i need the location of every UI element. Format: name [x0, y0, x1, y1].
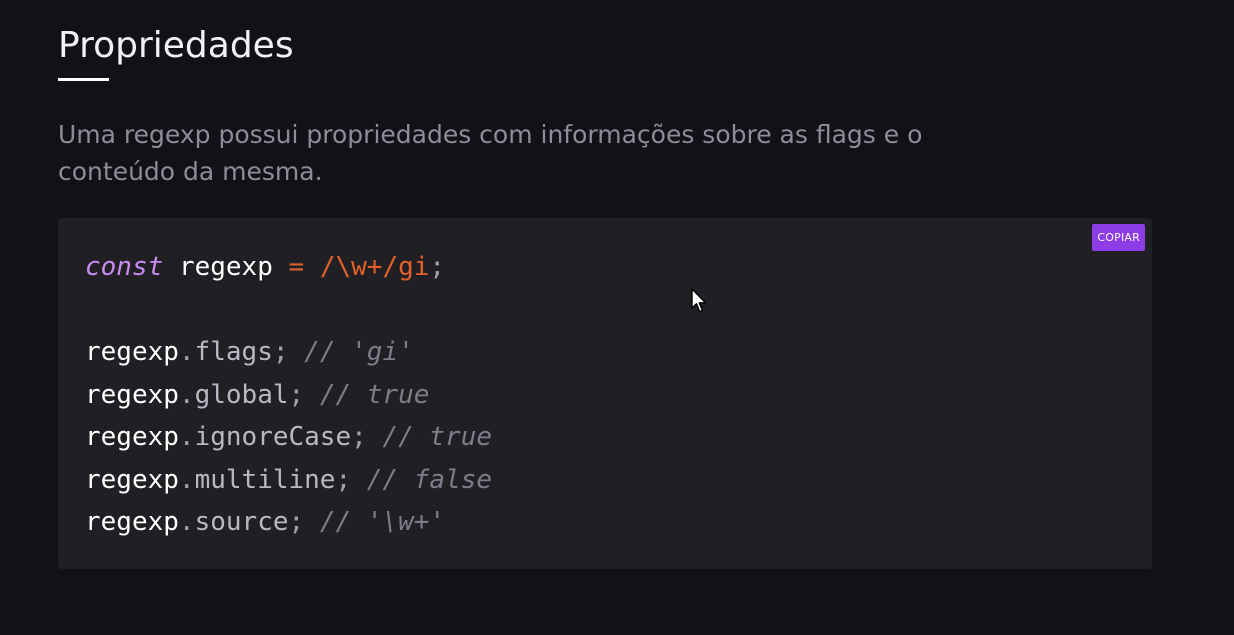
- code-line: regexp.multiline; // false: [85, 459, 492, 502]
- code-operator: =: [288, 252, 305, 282]
- code-property: flags: [194, 337, 273, 367]
- mouse-pointer-icon: [691, 288, 707, 313]
- code-line: regexp.flags; // 'gi': [85, 331, 492, 374]
- code-dot: .: [178, 464, 195, 495]
- code-line: regexp.global; // true: [85, 374, 492, 417]
- code-comment: // true: [382, 422, 493, 452]
- code-object: regexp: [85, 379, 179, 410]
- code-dot: .: [178, 337, 195, 367]
- code-dot: .: [178, 507, 195, 537]
- code-object: regexp: [85, 464, 179, 495]
- code-content: const regexp = /\w+/gi; regexp.flags; //…: [85, 246, 492, 544]
- code-dot: .: [178, 422, 195, 452]
- code-property: multiline: [194, 464, 336, 495]
- section-title: Propriedades: [58, 25, 294, 66]
- code-comment: // '\w+': [319, 507, 446, 537]
- code-semicolon: ;: [272, 337, 289, 367]
- code-object: regexp: [85, 422, 179, 452]
- section-description: Uma regexp possui propriedades com infor…: [58, 120, 923, 186]
- code-line: regexp.source; // '\w+': [85, 501, 492, 544]
- code-block: COPIAR const regexp = /\w+/gi; regexp.fl…: [58, 218, 1152, 569]
- code-line: regexp.ignoreCase; // true: [85, 416, 492, 459]
- code-semicolon: ;: [288, 507, 305, 537]
- code-property: source: [194, 507, 289, 537]
- code-identifier: regexp: [178, 252, 273, 282]
- code-line-empty: [85, 289, 492, 332]
- title-underline: [58, 78, 109, 81]
- copy-button[interactable]: COPIAR: [1092, 224, 1145, 251]
- code-comment: // true: [319, 379, 430, 410]
- code-object: regexp: [85, 507, 179, 537]
- code-semicolon: ;: [351, 422, 367, 452]
- code-semicolon: ;: [335, 464, 352, 495]
- code-semicolon: ;: [429, 252, 446, 282]
- code-comment: // 'gi': [304, 337, 414, 367]
- code-keyword: const: [85, 252, 164, 282]
- code-property: ignoreCase: [194, 422, 352, 452]
- code-line: const regexp = /\w+/gi;: [85, 246, 492, 289]
- code-semicolon: ;: [288, 379, 305, 410]
- code-dot: .: [178, 379, 195, 410]
- code-comment: // false: [366, 464, 493, 495]
- code-object: regexp: [85, 337, 179, 367]
- code-regex-literal: /\w+/gi: [319, 252, 430, 282]
- code-property: global: [194, 379, 289, 410]
